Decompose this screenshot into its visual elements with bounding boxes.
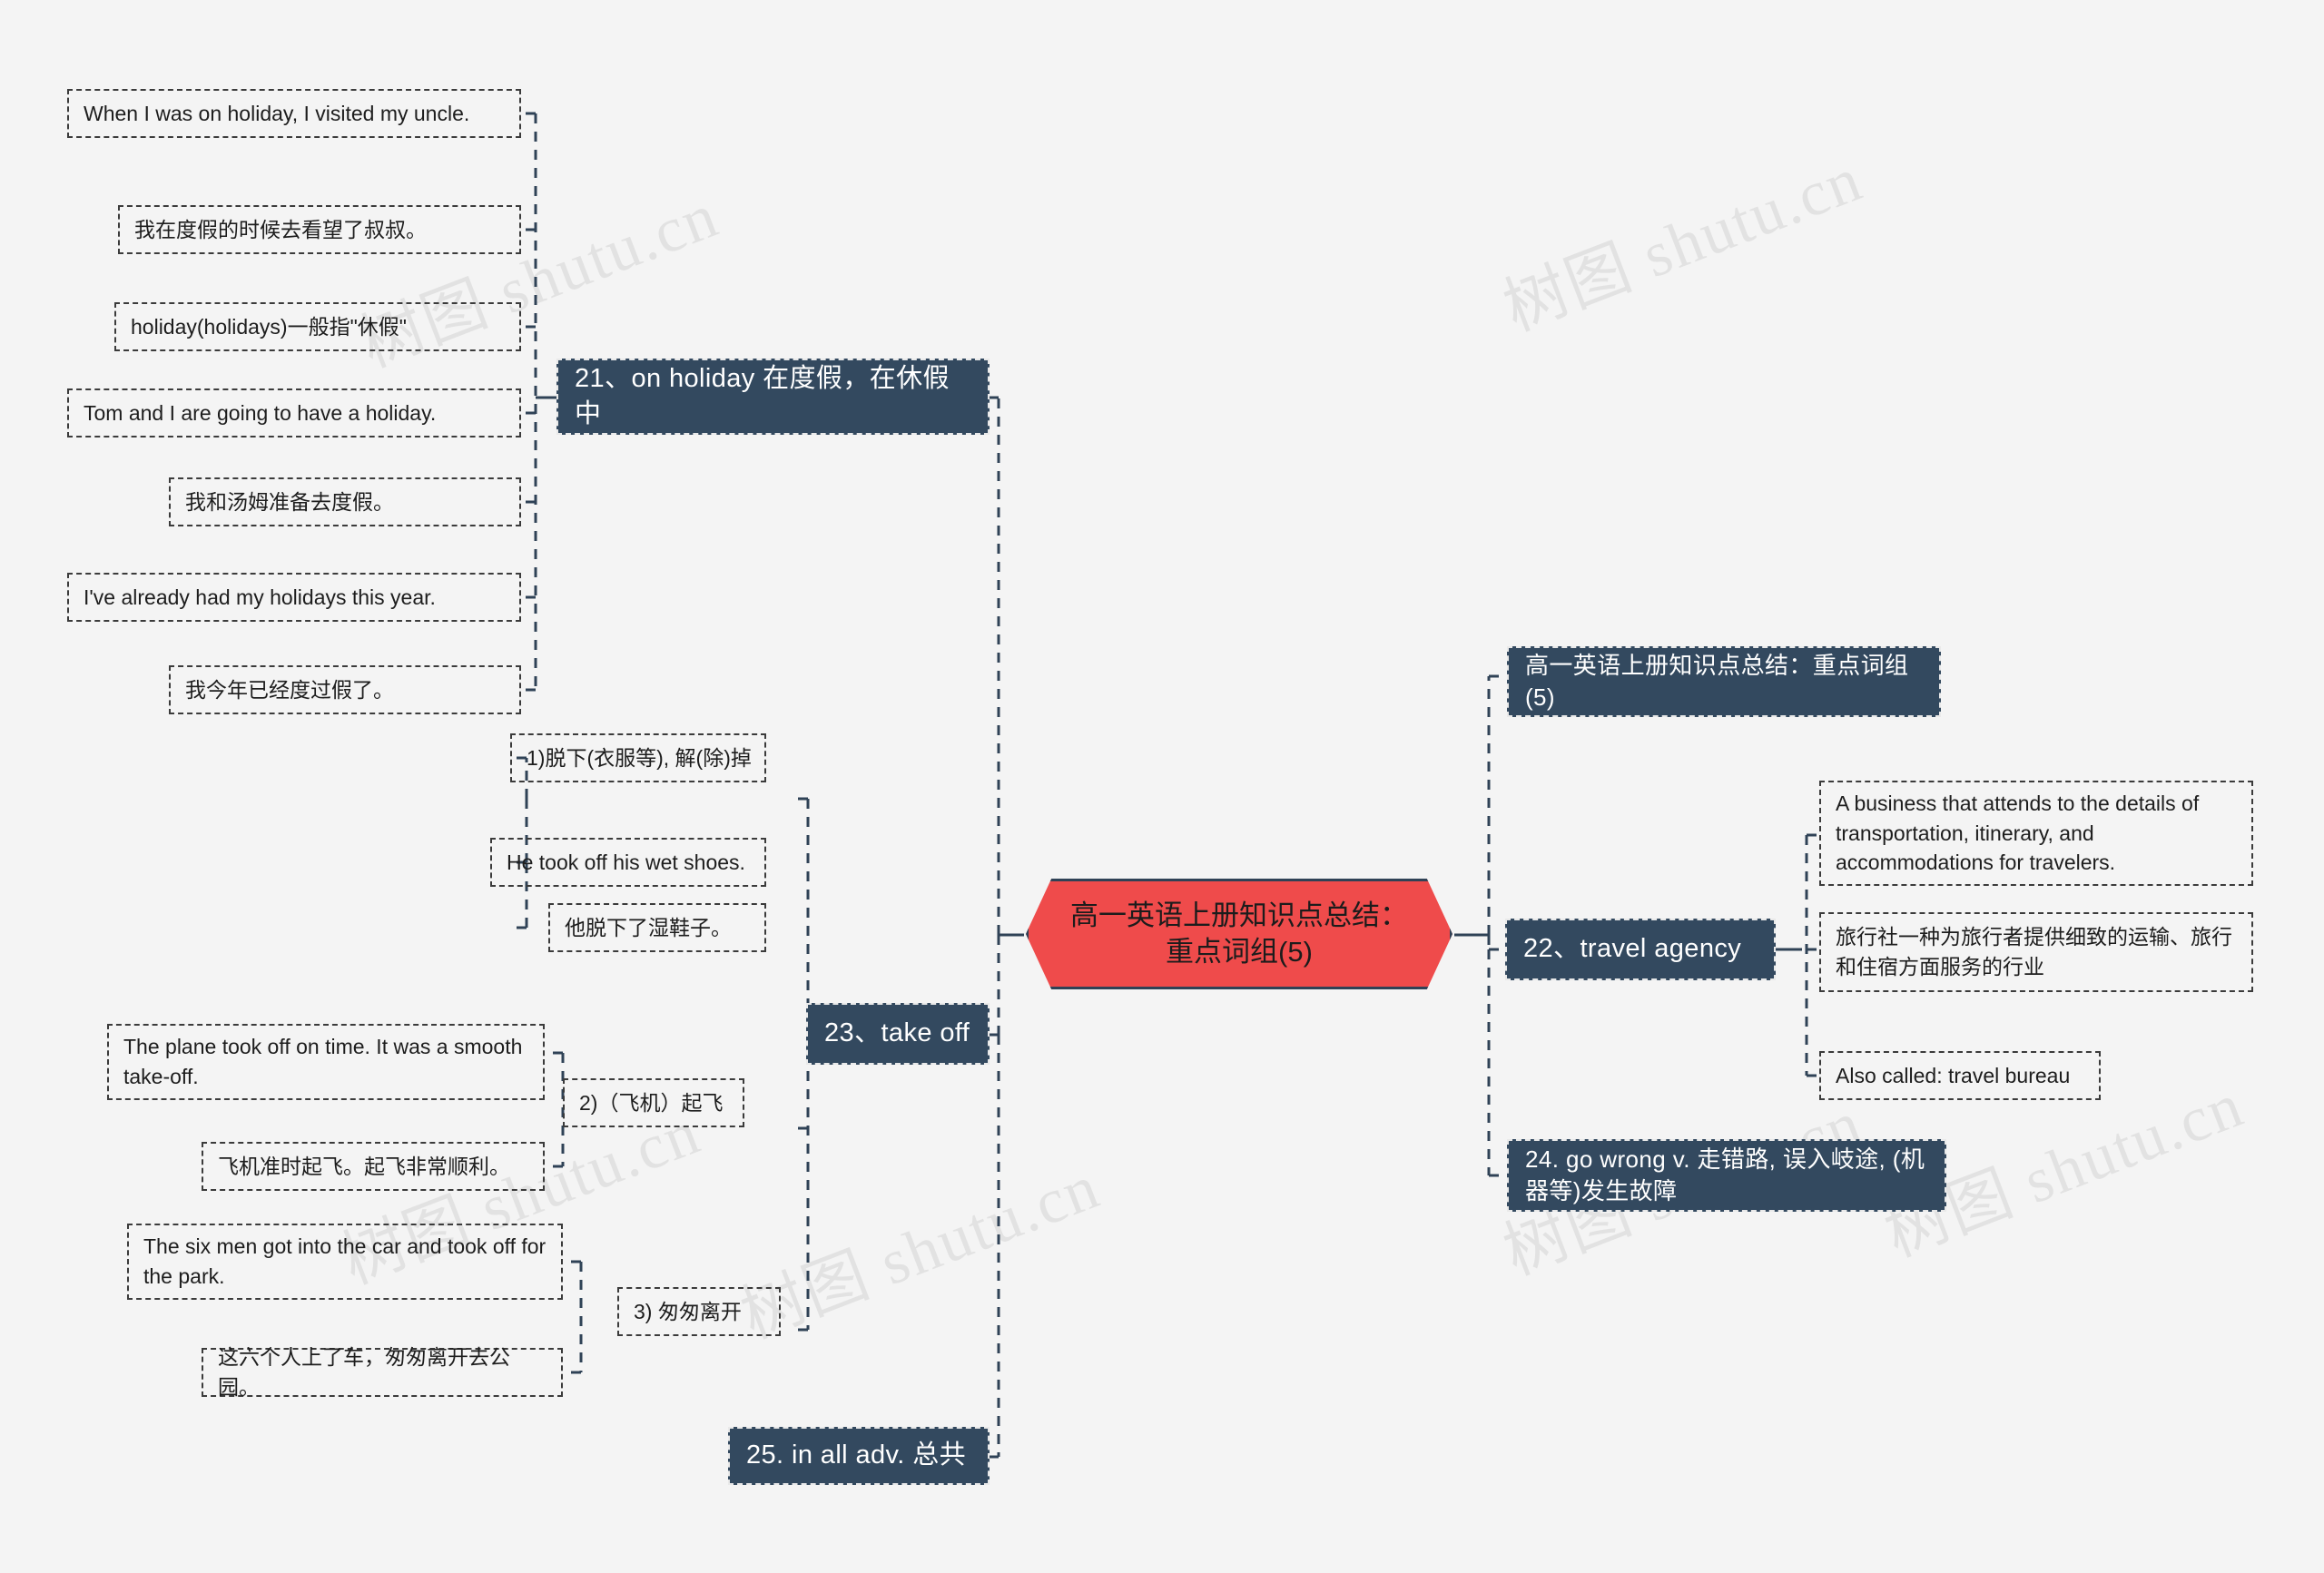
leaf-node[interactable]: 2)（飞机）起飞 [563,1078,744,1127]
leaf-label: A business that attends to the details o… [1836,791,2200,875]
topic-node-go-wrong[interactable]: 24. go wrong v. 走错路, 误入岐途, (机器等)发生故障 [1507,1139,1946,1212]
leaf-node[interactable]: The six men got into the car and took of… [127,1224,563,1300]
leaf-node[interactable]: 飞机准时起飞。起飞非常顺利。 [202,1142,545,1191]
leaf-node[interactable]: holiday(holidays)一般指"休假" [114,302,521,351]
leaf-node[interactable]: 我在度假的时候去看望了叔叔。 [118,205,521,254]
leaf-node[interactable]: Tom and I are going to have a holiday. [67,388,521,437]
topic-node-take-off[interactable]: 23、take off [806,1003,990,1065]
leaf-node[interactable]: 我和汤姆准备去度假。 [169,477,521,526]
leaf-label: He took off his wet shoes. [507,850,745,874]
leaf-node[interactable]: A business that attends to the details o… [1819,781,2253,886]
topic-node-travel-agency[interactable]: 22、travel agency [1505,919,1776,980]
leaf-label: 飞机准时起飞。起飞非常顺利。 [218,1154,510,1178]
watermark: 树图 shutu.cn [732,1152,1109,1352]
leaf-node[interactable]: 旅行社一种为旅行者提供细致的运输、旅行和住宿方面服务的行业 [1819,912,2253,992]
leaf-label: 旅行社一种为旅行者提供细致的运输、旅行和住宿方面服务的行业 [1836,925,2232,978]
leaf-node[interactable]: I've already had my holidays this year. [67,573,521,622]
topic-label: 高一英语上册知识点总结：重点词组(5) [1525,651,1909,711]
topic-node-in-all[interactable]: 25. in all adv. 总共 [728,1427,990,1485]
topic-label: 24. go wrong v. 走错路, 误入岐途, (机器等)发生故障 [1525,1145,1925,1204]
leaf-node[interactable]: He took off his wet shoes. [490,838,766,887]
leaf-node[interactable]: 我今年已经度过假了。 [169,665,521,714]
leaf-label: Also called: travel bureau [1836,1063,2071,1087]
mindmap-canvas: 树图 shutu.cn 树图 shutu.cn 树图 shutu.cn 树图 s… [0,0,2324,1573]
watermark: 树图 shutu.cn [350,181,728,381]
leaf-node[interactable]: 他脱下了湿鞋子。 [548,903,766,952]
leaf-label: holiday(holidays)一般指"休假" [131,314,407,339]
topic-label: 23、take off [824,1018,970,1048]
leaf-node[interactable]: When I was on holiday, I visited my uncl… [67,89,521,138]
leaf-label: Tom and I are going to have a holiday. [84,400,437,425]
topic-label: 21、on holiday 在度假，在休假中 [575,363,950,428]
leaf-label: 我今年已经度过假了。 [185,677,394,702]
leaf-label: The six men got into the car and took of… [143,1234,547,1288]
leaf-node[interactable]: 这六个人上了车，匆匆离开去公园。 [202,1345,563,1399]
root-node[interactable]: 高一英语上册知识点总结：重点词组(5) [1026,879,1452,989]
leaf-label: 这六个人上了车，匆匆离开去公园。 [218,1345,510,1399]
leaf-label: The plane took off on time. It was a smo… [123,1035,523,1088]
leaf-label: 我在度假的时候去看望了叔叔。 [134,217,427,241]
root-label: 高一英语上册知识点总结：重点词组(5) [1070,899,1408,968]
leaf-label: 1)脱下(衣服等), 解(除)掉 [527,745,752,770]
leaf-label: 他脱下了湿鞋子。 [565,915,732,939]
watermark: 树图 shutu.cn [1494,144,1872,345]
leaf-label: When I was on holiday, I visited my uncl… [84,101,470,125]
leaf-label: I've already had my holidays this year. [84,585,436,609]
leaf-node[interactable]: 3) 匆匆离开 [617,1287,781,1336]
leaf-label: 我和汤姆准备去度假。 [185,489,394,514]
leaf-node[interactable]: 1)脱下(衣服等), 解(除)掉 [510,733,766,782]
topic-label: 22、travel agency [1523,934,1742,964]
topic-node-on-holiday[interactable]: 21、on holiday 在度假，在休假中 [556,359,990,435]
topic-node-summary[interactable]: 高一英语上册知识点总结：重点词组(5) [1507,646,1941,717]
leaf-node[interactable]: Also called: travel bureau [1819,1051,2101,1100]
leaf-node[interactable]: The plane took off on time. It was a smo… [107,1024,545,1100]
leaf-label: 2)（飞机）起飞 [579,1090,724,1115]
leaf-label: 3) 匆匆离开 [634,1299,742,1323]
topic-label: 25. in all adv. 总共 [746,1440,966,1470]
